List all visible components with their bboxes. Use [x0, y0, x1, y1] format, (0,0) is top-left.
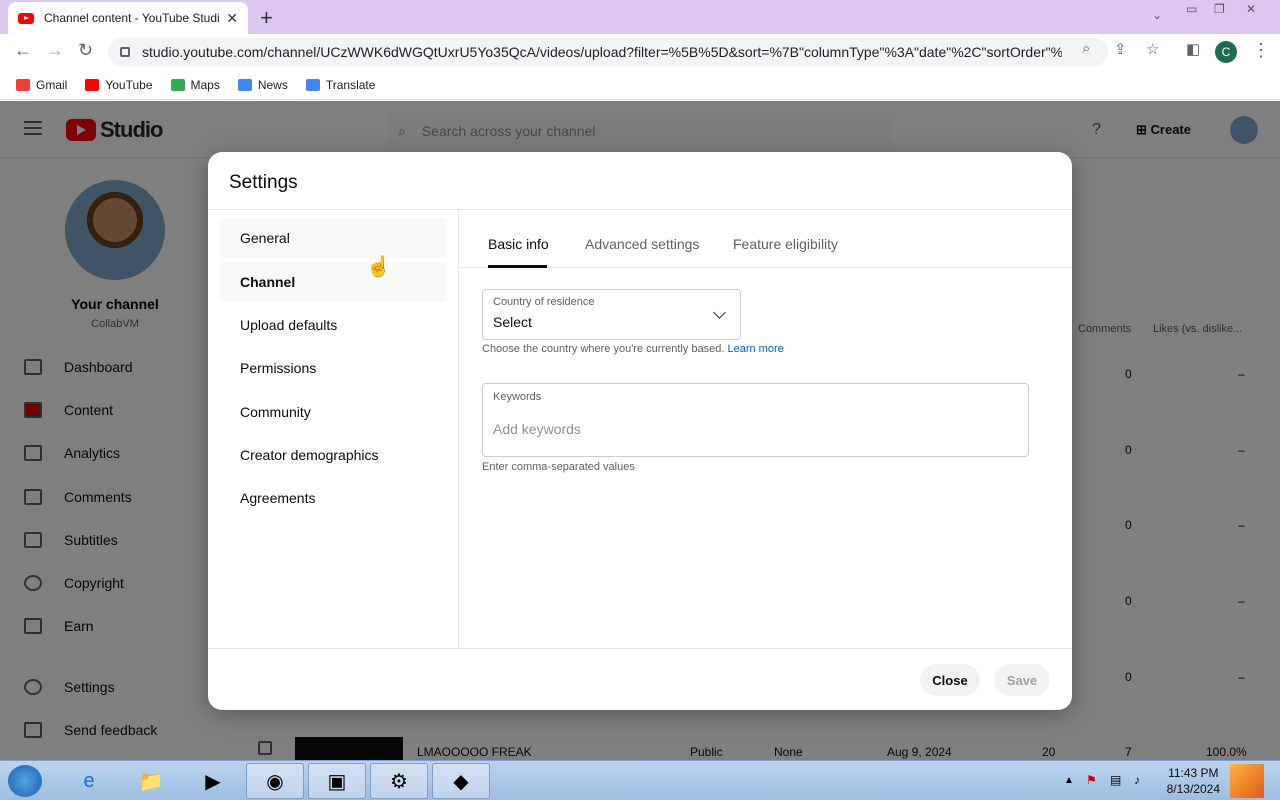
news-icon [237, 78, 252, 91]
country-help: Choose the country where you're currentl… [482, 343, 784, 355]
bookmarks-bar: Gmail YouTube Maps News Translate [0, 70, 1280, 100]
back-icon[interactable]: ← [14, 40, 32, 61]
tab-close-icon[interactable]: ✕ [226, 10, 238, 27]
tab-title: Channel content - YouTube Studio [44, 11, 221, 25]
browser-tab-strip: Channel content - YouTube Studio ✕ + ⌄ ▭… [0, 0, 1280, 34]
clock-time: 11:43 PM [1168, 766, 1219, 780]
url-text: studio.youtube.com/channel/UCzWWK6dWGQtU… [142, 44, 1062, 60]
translate-icon [305, 78, 320, 91]
settings-nav-agreements[interactable]: Agreements [220, 478, 447, 518]
dialog-title: Settings [229, 172, 298, 193]
close-button[interactable]: Close [920, 664, 980, 696]
gmail-icon [16, 78, 30, 91]
settings-tabs: Basic info Advanced settings Feature eli… [460, 210, 1072, 268]
restore-icon[interactable]: ❐ [1214, 2, 1225, 16]
windows-taskbar: e 📁 ▶ ◉ ▣ ⚙ ◆ ▲ ⚑ ▤ ♪ 11:43 PM 8/13/2024 [0, 760, 1280, 800]
keywords-help: Enter comma-separated values [482, 461, 635, 473]
divider [208, 648, 1072, 649]
bookmark-maps[interactable]: Maps [170, 78, 220, 92]
address-bar[interactable]: studio.youtube.com/channel/UCzWWK6dWGQtU… [108, 38, 1108, 66]
maps-icon [170, 78, 185, 91]
minimize-icon[interactable]: ▭ [1186, 2, 1197, 16]
tab-basic-info[interactable]: Basic info [488, 236, 549, 252]
settings-nav: General Channel Upload defaults Permissi… [208, 210, 459, 648]
tray-flag-icon[interactable]: ⚑ [1086, 773, 1097, 787]
settings-nav-general[interactable]: General [220, 218, 447, 258]
browser-tab[interactable]: Channel content - YouTube Studio ✕ [8, 2, 248, 34]
app-taskbar-icon[interactable]: ◆ [432, 763, 490, 799]
forward-icon[interactable]: → [46, 40, 64, 61]
tab-search-icon[interactable]: ⌄ [1152, 8, 1162, 22]
settings-dialog: Settings General Channel Upload defaults… [208, 152, 1072, 710]
save-button[interactable]: Save [994, 664, 1050, 696]
learn-more-link[interactable]: Learn more [727, 343, 783, 355]
app-taskbar-icon[interactable]: ▣ [308, 763, 366, 799]
start-button[interactable] [8, 765, 42, 797]
side-panel-icon[interactable]: ◧ [1186, 40, 1200, 58]
keywords-input[interactable] [493, 418, 1013, 440]
bookmark-translate[interactable]: Translate [305, 78, 375, 92]
youtube-icon [85, 78, 100, 91]
bookmark-youtube[interactable]: YouTube [85, 78, 153, 92]
user-tile-icon[interactable] [1230, 764, 1264, 798]
chrome-taskbar-icon[interactable]: ◉ [246, 763, 304, 799]
youtube-favicon-icon [18, 12, 34, 24]
tray-expand-icon[interactable]: ▲ [1064, 775, 1074, 786]
hand-cursor-icon: ☝ [366, 256, 391, 278]
keywords-label: Keywords [493, 391, 542, 403]
country-value: Select [493, 314, 532, 330]
window-close-icon[interactable]: ✕ [1246, 2, 1256, 16]
bookmark-news[interactable]: News [237, 78, 288, 92]
tray-volume-icon[interactable]: ♪ [1134, 773, 1140, 787]
settings-nav-creator-demographics[interactable]: Creator demographics [220, 435, 447, 475]
share-icon[interactable]: ⇪ [1114, 40, 1127, 58]
clock-date: 8/13/2024 [1166, 782, 1220, 796]
bookmark-star-icon[interactable]: ☆ [1146, 40, 1159, 58]
new-tab-icon[interactable]: + [260, 5, 273, 31]
reload-icon[interactable]: ↻ [78, 40, 93, 61]
country-label: Country of residence [493, 296, 595, 308]
settings-nav-permissions[interactable]: Permissions [220, 348, 447, 388]
tray-clock[interactable]: 11:43 PM 8/13/2024 [1167, 765, 1220, 797]
file-explorer-icon[interactable]: 📁 [122, 763, 180, 799]
keywords-field[interactable]: Keywords [482, 383, 1029, 457]
settings-nav-upload-defaults[interactable]: Upload defaults [220, 305, 447, 345]
profile-avatar[interactable]: C [1215, 41, 1237, 63]
chevron-down-icon [713, 306, 726, 319]
app-taskbar-icon[interactable]: ⚙ [370, 763, 428, 799]
media-player-icon[interactable]: ▶ [184, 763, 242, 799]
country-select[interactable]: Country of residence Select [482, 289, 741, 340]
tab-feature-eligibility[interactable]: Feature eligibility [733, 236, 838, 252]
zoom-icon[interactable]: ⌕ [1082, 40, 1090, 57]
settings-nav-channel[interactable]: Channel [220, 262, 447, 302]
tray-network-icon[interactable]: ▤ [1110, 773, 1121, 787]
active-tab-indicator [488, 265, 547, 268]
bookmark-gmail[interactable]: Gmail [16, 78, 67, 92]
menu-kebab-icon[interactable]: ⋮ [1252, 40, 1270, 61]
lock-icon [120, 47, 130, 57]
settings-nav-community[interactable]: Community [220, 392, 447, 432]
internet-explorer-icon[interactable]: e [60, 763, 118, 799]
tab-advanced-settings[interactable]: Advanced settings [585, 236, 699, 252]
